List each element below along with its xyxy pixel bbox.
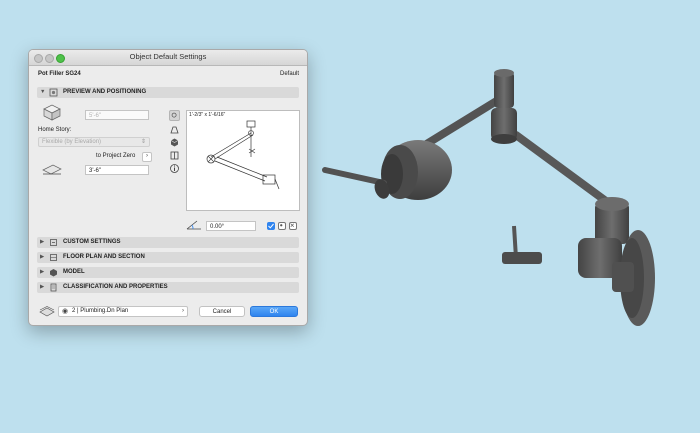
home-story-select[interactable]: Flexible (by Elevation) ⇕	[38, 137, 150, 147]
disclosure-triangle-closed-icon[interactable]: ▶	[40, 284, 44, 290]
window-title: Object Default Settings	[129, 52, 207, 61]
mirror-checkbox[interactable]	[267, 222, 275, 230]
angle-field[interactable]: 0.00°	[206, 221, 256, 231]
top-offset-field[interactable]: 5'-6"	[85, 110, 149, 120]
eye-icon[interactable]: ◉	[62, 307, 68, 316]
cross-icon[interactable]	[289, 222, 297, 230]
home-story-label: Home Story:	[38, 127, 72, 133]
default-label: Default	[279, 71, 299, 77]
section-label: CLASSIFICATION AND PROPERTIES	[63, 284, 168, 290]
section-label: CUSTOM SETTINGS	[63, 239, 121, 245]
properties-icon	[50, 283, 57, 292]
pivot-icon[interactable]	[278, 222, 286, 230]
elevation-icon	[42, 164, 62, 175]
disclosure-triangle-closed-icon[interactable]: ▶	[40, 269, 44, 275]
model-cube-icon	[50, 269, 57, 277]
object-default-settings-dialog: Object Default Settings Pot Filler SG24 …	[28, 49, 308, 326]
floor-plan-icon	[50, 254, 57, 261]
layer-icon	[39, 306, 55, 317]
layer-select[interactable]: ◉ 2 | Plumbing.Dn Plan ›	[58, 306, 188, 317]
cancel-button[interactable]: Cancel	[199, 306, 245, 317]
select-arrows-icon: ⇕	[140, 139, 146, 145]
magnify-icon[interactable]	[169, 110, 180, 121]
info-icon[interactable]	[169, 163, 180, 174]
to-project-zero-label: to Project Zero	[96, 153, 136, 159]
chevron-right-icon: ›	[182, 308, 184, 314]
layer-value: 2 | Plumbing.Dn Plan	[72, 308, 129, 314]
rotation-angle-icon	[186, 220, 201, 230]
chevron-right-icon[interactable]: ›	[142, 152, 152, 162]
section-label: PREVIEW AND POSITIONING	[63, 89, 147, 95]
disclosure-triangle-open-icon[interactable]: ▼	[40, 89, 45, 95]
section-classification-and-properties[interactable]: ▶ CLASSIFICATION AND PROPERTIES	[37, 282, 299, 293]
section-model[interactable]: ▶ MODEL	[37, 267, 299, 278]
section-floor-plan-and-section[interactable]: ▶ FLOOR PLAN AND SECTION	[37, 252, 299, 263]
cube-icon[interactable]	[169, 137, 180, 148]
section-label: FLOOR PLAN AND SECTION	[63, 254, 145, 260]
disclosure-triangle-closed-icon[interactable]: ▶	[40, 254, 44, 260]
section-label: MODEL	[63, 269, 85, 275]
section-icon[interactable]	[169, 150, 180, 161]
settings-icon	[49, 88, 58, 97]
object-name: Pot Filler SG24	[38, 71, 81, 77]
elevation-field[interactable]: 3'-6"	[85, 165, 149, 175]
object-preview-window[interactable]: 1'-2/3" x 1'-6/16"	[186, 110, 300, 211]
section-preview-and-positioning[interactable]: ▼ PREVIEW AND POSITIONING	[37, 87, 299, 98]
home-story-value: Flexible (by Elevation)	[42, 139, 102, 145]
title-bar: Object Default Settings	[29, 50, 307, 66]
custom-settings-icon	[50, 239, 57, 246]
disclosure-triangle-closed-icon[interactable]: ▶	[40, 239, 44, 245]
floorplan-icon[interactable]	[169, 124, 180, 135]
section-custom-settings[interactable]: ▶ CUSTOM SETTINGS	[37, 237, 299, 248]
ok-button[interactable]: OK	[250, 306, 298, 317]
plan-view-drawing	[206, 120, 280, 190]
top-offset-icon	[43, 104, 61, 121]
